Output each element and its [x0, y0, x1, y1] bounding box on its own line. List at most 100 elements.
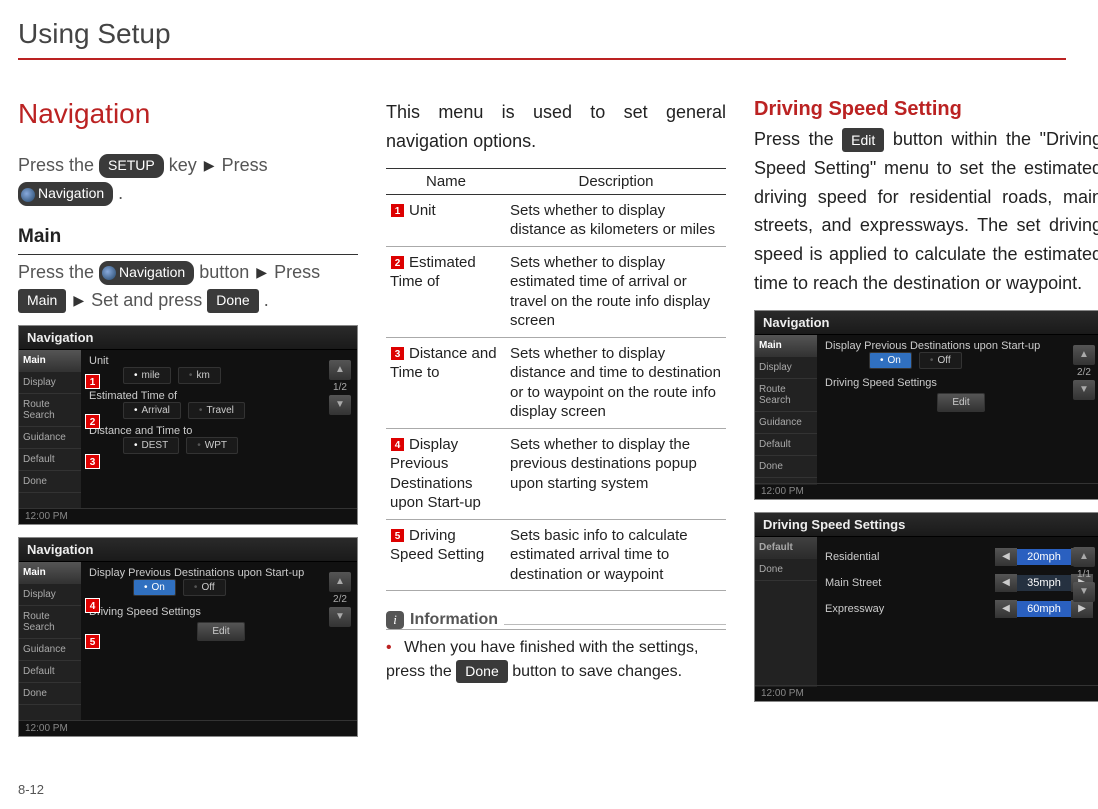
label: Display Previous Destinations upon Start…: [825, 340, 1040, 352]
screenshot-sidebar: Main Display Route Search Guidance Defau…: [755, 335, 817, 485]
sidebar-item[interactable]: Default: [19, 449, 81, 471]
screenshot-title: Navigation: [755, 311, 1098, 335]
arrival-option[interactable]: Arrival: [123, 402, 181, 419]
driving-speed-body: Press the Edit button within the "Drivin…: [754, 125, 1098, 298]
sidebar-item[interactable]: Done: [755, 559, 817, 581]
decrease-icon[interactable]: ◀: [995, 548, 1017, 566]
column-1: Navigation Press the SETUP key ▶ Press N…: [18, 98, 358, 749]
callout-3: 3: [85, 454, 100, 469]
scroll-up[interactable]: ▲: [329, 572, 351, 592]
screenshot-driving-speed: Driving Speed Settings Default Done Resi…: [754, 512, 1098, 702]
sidebar-item[interactable]: Guidance: [19, 639, 81, 661]
callout-4: 4: [85, 598, 100, 613]
text: .: [118, 183, 123, 203]
main-pill: Main: [18, 289, 66, 313]
label: Driving Speed Settings: [89, 606, 201, 618]
scroll-up[interactable]: ▲: [1073, 547, 1095, 567]
text: Press: [274, 262, 320, 282]
press-setup-instruction: Press the SETUP key ▶ Press Navigation .: [18, 152, 358, 208]
sidebar-item[interactable]: Display: [19, 584, 81, 606]
scroll-down[interactable]: ▼: [1073, 582, 1095, 602]
on-option[interactable]: On: [133, 579, 176, 596]
description: Sets whether to display estimated time o…: [506, 246, 726, 337]
scroll-down[interactable]: ▼: [329, 395, 351, 415]
decrease-icon[interactable]: ◀: [995, 574, 1017, 592]
name: Distance and Time to: [390, 345, 497, 382]
screenshot-footer-time: 12:00 PM: [19, 508, 357, 524]
setup-pill: SETUP: [99, 154, 164, 178]
wpt-option[interactable]: WPT: [186, 437, 238, 454]
globe-icon: [21, 188, 35, 202]
text: button within the "Driving Speed Setting…: [754, 129, 1098, 293]
decrease-icon[interactable]: ◀: [995, 600, 1017, 618]
label: Main Street: [825, 577, 881, 589]
residential-row: Residential ◀ 20mph ▶: [825, 548, 1093, 566]
page-title: Using Setup: [18, 18, 1066, 60]
sidebar-item[interactable]: Guidance: [755, 412, 817, 434]
screenshot-content: Unit mile km 1 Estimated Time of Arrival…: [81, 350, 357, 508]
scroll-down[interactable]: ▼: [329, 607, 351, 627]
table-row: 3Distance and Time to Sets whether to di…: [386, 337, 726, 428]
off-option[interactable]: Off: [183, 579, 226, 596]
label: Unit: [89, 355, 109, 367]
speed-control: ◀ 60mph ▶: [995, 600, 1093, 618]
speed-value: 20mph: [1017, 549, 1071, 565]
scroll-down[interactable]: ▼: [1073, 380, 1095, 400]
text: Press: [222, 155, 268, 175]
main-street-row: Main Street ◀ 35mph ▶: [825, 574, 1093, 592]
sidebar-item[interactable]: Default: [755, 537, 817, 559]
callout-icon: 5: [390, 528, 405, 543]
travel-option[interactable]: Travel: [188, 402, 245, 419]
sidebar-item[interactable]: Done: [755, 456, 817, 478]
navigation-pill: Navigation: [99, 261, 194, 285]
sidebar-item[interactable]: Display: [19, 372, 81, 394]
increase-icon[interactable]: ▶: [1071, 600, 1093, 618]
sidebar-item[interactable]: Default: [755, 434, 817, 456]
prev-destinations-row: Display Previous Destinations upon Start…: [89, 567, 349, 596]
off-option[interactable]: Off: [919, 352, 962, 369]
scroll-indicator: ▲ 1/2 ▼: [329, 360, 351, 415]
edit-button[interactable]: Edit: [197, 622, 244, 641]
edit-pill: Edit: [842, 128, 884, 152]
sidebar-item[interactable]: Default: [19, 661, 81, 683]
triangle-icon: ▶: [204, 157, 215, 173]
unit-row: Unit mile km: [89, 355, 349, 384]
unit-mile-option[interactable]: mile: [123, 367, 171, 384]
sidebar-item[interactable]: Done: [19, 683, 81, 705]
on-option[interactable]: On: [869, 352, 912, 369]
sidebar-item[interactable]: Route Search: [19, 606, 81, 639]
unit-km-option[interactable]: km: [178, 367, 221, 384]
scroll-up[interactable]: ▲: [1073, 345, 1095, 365]
label: Expressway: [825, 603, 884, 615]
sidebar-item[interactable]: Guidance: [19, 427, 81, 449]
column-2: This menu is used to set general navigat…: [386, 98, 726, 749]
edit-button[interactable]: Edit: [937, 393, 984, 412]
table-row: 5Driving Speed Setting Sets basic info t…: [386, 519, 726, 591]
description: Sets whether to display the previous des…: [506, 428, 726, 519]
prev-destinations-row: Display Previous Destinations upon Start…: [825, 340, 1093, 369]
label: Estimated Time of: [89, 390, 177, 402]
callout-icon: 1: [390, 203, 405, 218]
triangle-icon: ▶: [256, 264, 267, 280]
screenshot-content: Display Previous Destinations upon Start…: [817, 335, 1098, 485]
name: Unit: [409, 202, 436, 219]
estimated-time-row: Estimated Time of Arrival Travel: [89, 390, 349, 419]
dest-option[interactable]: DEST: [123, 437, 179, 454]
scroll-up[interactable]: ▲: [329, 360, 351, 380]
description: Sets whether to display distance as kilo…: [506, 194, 726, 246]
sidebar-item[interactable]: Main: [755, 335, 817, 357]
speed-value: 60mph: [1017, 601, 1071, 617]
sidebar-item[interactable]: Main: [19, 562, 81, 584]
sidebar-item[interactable]: Display: [755, 357, 817, 379]
th-name: Name: [386, 168, 506, 194]
sidebar-item[interactable]: Main: [19, 350, 81, 372]
screenshot-title: Navigation: [19, 326, 357, 350]
driving-speed-row: Driving Speed Settings Edit: [825, 377, 1093, 412]
screenshot-nav-main-1: Navigation Main Display Route Search Gui…: [18, 325, 358, 525]
sidebar-item[interactable]: Done: [19, 471, 81, 493]
info-icon: i: [386, 611, 404, 629]
callout-1: 1: [85, 374, 100, 389]
label: Display Previous Destinations upon Start…: [89, 567, 304, 579]
sidebar-item[interactable]: Route Search: [755, 379, 817, 412]
sidebar-item[interactable]: Route Search: [19, 394, 81, 427]
